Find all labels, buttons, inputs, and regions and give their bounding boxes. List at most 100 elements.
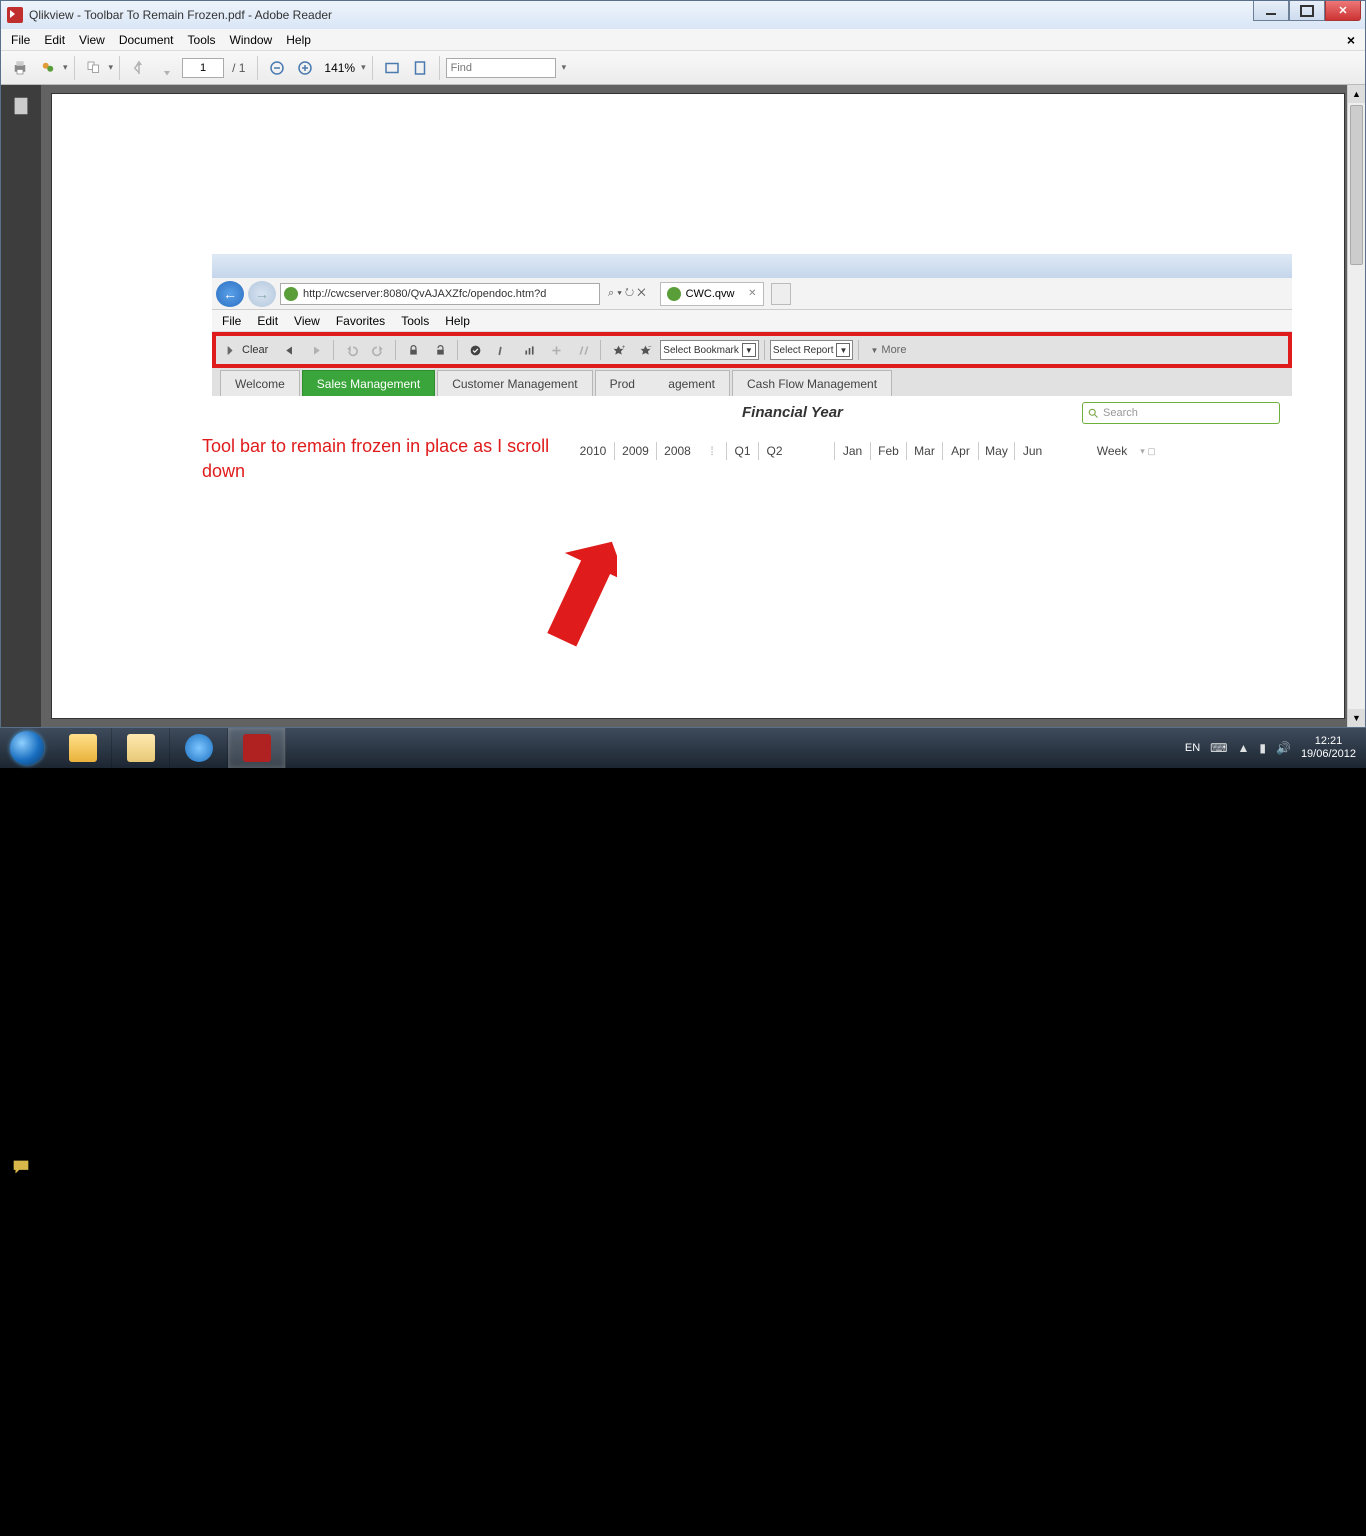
quarter-q2[interactable]: Q2	[758, 442, 790, 460]
back-selection-button[interactable]	[277, 339, 301, 361]
ie-menu-tools[interactable]: Tools	[401, 314, 429, 328]
scroll-up-button[interactable]: ▲	[1348, 85, 1365, 103]
ie-window-chrome	[212, 254, 1292, 278]
zoom-in-button[interactable]	[292, 55, 318, 81]
menu-edit[interactable]: Edit	[44, 33, 65, 47]
select-report-dropdown[interactable]: Select Report ▼	[770, 340, 854, 360]
menu-tools[interactable]: Tools	[188, 33, 216, 47]
close-button[interactable]	[1325, 1, 1361, 21]
find-input[interactable]	[446, 58, 556, 78]
forward-button[interactable]: →	[248, 281, 276, 307]
undo-button[interactable]	[339, 339, 363, 361]
menu-document[interactable]: Document	[119, 33, 174, 47]
remove-bookmark-button[interactable]: −	[633, 339, 657, 361]
language-indicator[interactable]: EN	[1185, 742, 1200, 754]
task-explorer[interactable]	[112, 728, 170, 768]
menu-view[interactable]: View	[79, 33, 105, 47]
month-jun[interactable]: Jun	[1014, 442, 1050, 460]
menu-window[interactable]: Window	[230, 33, 273, 47]
repository-button[interactable]	[571, 339, 595, 361]
fit-width-button[interactable]	[379, 55, 405, 81]
ie-menubar: File Edit View Favorites Tools Help	[212, 310, 1292, 332]
tab-cash-flow-management[interactable]: Cash Flow Management	[732, 370, 892, 396]
add-bookmark-button[interactable]: +	[606, 339, 630, 361]
tray-keyboard-icon[interactable]: ⌨	[1210, 741, 1227, 755]
print-button[interactable]	[7, 55, 33, 81]
year-2010[interactable]: 2010	[572, 442, 614, 460]
url-field[interactable]: http://cwcserver:8080/QvAJAXZfc/opendoc.…	[280, 283, 600, 305]
month-jan[interactable]: Jan	[834, 442, 870, 460]
vertical-scrollbar[interactable]: ▲ ▼	[1347, 85, 1365, 727]
browser-tab[interactable]: CWC.qvw ✕	[660, 282, 764, 306]
collab-button[interactable]	[35, 55, 61, 81]
clear-button[interactable]: Clear	[220, 339, 274, 361]
month-may[interactable]: May	[978, 442, 1014, 460]
qlikview-toolbar-highlight: Clear	[212, 332, 1292, 368]
separator	[119, 56, 120, 80]
lock-button[interactable]	[401, 339, 425, 361]
adobe-reader-window: Qlikview - Toolbar To Remain Frozen.pdf …	[0, 0, 1366, 728]
pages-button[interactable]	[81, 55, 107, 81]
page-total: / 1	[226, 61, 251, 75]
tab-close-icon[interactable]: ✕	[748, 288, 756, 299]
task-outlook[interactable]	[54, 728, 112, 768]
ie-menu-file[interactable]: File	[222, 314, 241, 328]
qlikview-toolbar: Clear	[216, 336, 1288, 364]
month-feb[interactable]: Feb	[870, 442, 906, 460]
week-label[interactable]: Week	[1090, 442, 1134, 460]
year-2009[interactable]: 2009	[614, 442, 656, 460]
url-text: http://cwcserver:8080/QvAJAXZfc/opendoc.…	[303, 288, 546, 300]
pages-panel-icon[interactable]	[10, 95, 32, 117]
forward-selection-button[interactable]	[304, 339, 328, 361]
minimize-button[interactable]	[1253, 1, 1289, 21]
windows-orb-icon	[10, 731, 44, 765]
month-apr[interactable]: Apr	[942, 442, 978, 460]
back-button[interactable]: ←	[216, 281, 244, 307]
fit-page-button[interactable]	[407, 55, 433, 81]
month-mar[interactable]: Mar	[906, 442, 942, 460]
url-actions[interactable]: ⌕ ▾ ↻ ✕	[604, 287, 650, 300]
unlock-button[interactable]	[428, 339, 452, 361]
current-selections-button[interactable]	[463, 339, 487, 361]
separator	[74, 56, 75, 80]
tab-customer-management[interactable]: Customer Management	[437, 370, 592, 396]
svg-text:+: +	[622, 344, 625, 351]
scrollbar-thumb[interactable]	[1350, 105, 1363, 265]
prev-page-button[interactable]	[126, 55, 152, 81]
start-button[interactable]	[0, 728, 54, 768]
notes-button[interactable]	[490, 339, 514, 361]
tab-sales-management[interactable]: Sales Management	[302, 370, 435, 396]
zoom-out-button[interactable]	[264, 55, 290, 81]
clock[interactable]: 12:21 19/06/2012	[1301, 735, 1356, 761]
ie-menu-help[interactable]: Help	[445, 314, 470, 328]
add-button[interactable]	[544, 339, 568, 361]
quarter-q1[interactable]: Q1	[726, 442, 758, 460]
redo-button[interactable]	[366, 339, 390, 361]
more-button[interactable]: ▼ More	[864, 339, 912, 361]
chart-button[interactable]	[517, 339, 541, 361]
ie-menu-edit[interactable]: Edit	[257, 314, 278, 328]
search-input[interactable]: Search	[1082, 402, 1280, 424]
year-2008[interactable]: 2008	[656, 442, 698, 460]
maximize-button[interactable]	[1289, 1, 1325, 21]
task-ie[interactable]	[170, 728, 228, 768]
menu-help[interactable]: Help	[286, 33, 311, 47]
ie-menu-view[interactable]: View	[294, 314, 320, 328]
menubar: File Edit View Document Tools Window Hel…	[1, 29, 1365, 51]
tray-flag-icon[interactable]: ▲	[1237, 741, 1249, 755]
page-number-input[interactable]	[182, 58, 224, 78]
tray-volume-icon[interactable]: 🔊	[1276, 741, 1291, 755]
titlebar: Qlikview - Toolbar To Remain Frozen.pdf …	[1, 1, 1365, 29]
task-adobe-reader[interactable]	[228, 728, 286, 768]
scroll-down-button[interactable]: ▼	[1348, 709, 1365, 727]
comments-panel-icon[interactable]	[10, 1157, 32, 1179]
close-document-button[interactable]: ×	[1347, 32, 1355, 48]
tab-welcome[interactable]: Welcome	[220, 370, 300, 396]
menu-file[interactable]: File	[11, 33, 30, 47]
select-bookmark-dropdown[interactable]: Select Bookmark ▼	[660, 340, 759, 360]
ie-menu-favorites[interactable]: Favorites	[336, 314, 385, 328]
new-tab-button[interactable]	[771, 283, 791, 305]
tray-battery-icon[interactable]: ▮	[1259, 741, 1266, 755]
next-page-button[interactable]	[154, 55, 180, 81]
tab-product-management[interactable]: Prod agement	[595, 370, 730, 396]
